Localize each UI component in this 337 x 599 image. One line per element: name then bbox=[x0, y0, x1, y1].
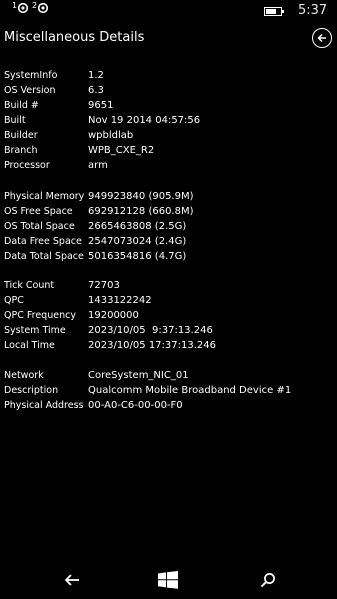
sim2-label: 2 bbox=[32, 1, 38, 10]
info-value: WPB_CXE_R2 bbox=[88, 145, 155, 156]
info-row: OS Free Space 692912128 (660.8M) bbox=[4, 204, 194, 219]
info-label: Physical Address bbox=[4, 400, 84, 411]
info-label: Processor bbox=[4, 160, 50, 171]
sim1-label: 1 bbox=[12, 1, 18, 10]
signal-icon bbox=[18, 2, 29, 14]
info-row: Local Time 2023/10/05 17:37:13.246 bbox=[4, 338, 216, 353]
info-value: 00-A0-C6-00-00-F0 bbox=[88, 400, 183, 411]
info-row: Tick Count 72703 bbox=[4, 278, 216, 293]
sim2-signal: 2 bbox=[32, 1, 49, 14]
info-label: OS Total Space bbox=[4, 221, 75, 232]
status-time: 5:37 bbox=[298, 3, 328, 18]
info-label: SystemInfo bbox=[4, 70, 58, 81]
info-row: Physical Memory 949923840 (905.9M) bbox=[4, 189, 194, 204]
info-row: Branch WPB_CXE_R2 bbox=[4, 143, 200, 158]
windows-logo-icon bbox=[158, 571, 178, 589]
info-label: Physical Memory bbox=[4, 191, 85, 202]
info-value: 6.3 bbox=[88, 85, 104, 96]
info-row: QPC Frequency 19200000 bbox=[4, 308, 216, 323]
info-row: Builder wpbldlab bbox=[4, 128, 200, 143]
info-label: Build # bbox=[4, 100, 39, 111]
info-row: QPC 1433122242 bbox=[4, 293, 216, 308]
info-row: Description Qualcomm Mobile Broadband Dev… bbox=[4, 383, 291, 398]
info-row: Physical Address 00-A0-C6-00-00-F0 bbox=[4, 398, 291, 413]
info-label: Description bbox=[4, 385, 59, 396]
info-label: Local Time bbox=[4, 340, 55, 351]
info-value: wpbldlab bbox=[88, 130, 134, 141]
info-row: System Time 2023/10/05 9:37:13.246 bbox=[4, 323, 216, 338]
info-row: Data Total Space 5016354816 (4.7G) bbox=[4, 249, 194, 264]
nav-start-button[interactable] bbox=[158, 570, 178, 590]
sim1-signal: 1 bbox=[12, 1, 29, 14]
info-value: 692912128 (660.8M) bbox=[88, 206, 194, 217]
info-value: 19200000 bbox=[88, 310, 139, 321]
info-value: Qualcomm Mobile Broadband Device #1 bbox=[88, 385, 292, 396]
info-label: Data Free Space bbox=[4, 236, 82, 247]
info-label: Network bbox=[4, 370, 44, 381]
battery-tip bbox=[282, 10, 284, 13]
signal-icon bbox=[38, 2, 49, 14]
battery-level bbox=[266, 9, 276, 14]
network-info-group: Network CoreSystem_NIC_01 Description Qualc… bbox=[4, 368, 291, 413]
screen: 1 2 5:37 Miscellaneous Details SystemInf… bbox=[0, 0, 337, 599]
back-arrow-circle-icon bbox=[317, 33, 326, 43]
page-title: Miscellaneous Details bbox=[4, 30, 145, 45]
info-row: SystemInfo 1.2 bbox=[4, 68, 200, 83]
navigation-bar bbox=[0, 559, 337, 599]
info-row: Data Free Space 2547073024 (2.4G) bbox=[4, 234, 194, 249]
system-info-group: SystemInfo 1.2 OS Version 6.3 Build #9651 Bui… bbox=[4, 68, 200, 173]
info-label: Built bbox=[4, 115, 26, 126]
info-row: OS Version 6.3 bbox=[4, 83, 200, 98]
info-value: 2023/10/05 17:37:13.246 bbox=[88, 340, 216, 351]
status-bar: 1 2 5:37 bbox=[0, 0, 337, 22]
info-value: 9651 bbox=[88, 100, 114, 111]
nav-back-button[interactable] bbox=[62, 570, 82, 590]
info-value: 2665463808 (2.5G) bbox=[88, 221, 187, 232]
info-row: Network CoreSystem_NIC_01 bbox=[4, 368, 291, 383]
info-label: Builder bbox=[4, 130, 38, 141]
info-value: 72703 bbox=[88, 280, 120, 291]
info-label: OS Version bbox=[4, 85, 56, 96]
info-value: CoreSystem_NIC_01 bbox=[88, 370, 189, 381]
info-value: 2023/10/05 9:37:13.246 bbox=[88, 325, 213, 336]
back-button[interactable] bbox=[312, 28, 332, 48]
back-arrow-icon bbox=[64, 574, 79, 586]
info-row: OS Total Space 2665463808 (2.5G) bbox=[4, 219, 194, 234]
info-value: arm bbox=[88, 160, 108, 171]
search-icon bbox=[260, 573, 275, 588]
info-label: System Time bbox=[4, 325, 66, 336]
battery-icon bbox=[264, 7, 284, 16]
info-label: QPC bbox=[4, 295, 24, 306]
info-value: 2547073024 (2.4G) bbox=[88, 236, 187, 247]
info-value: 949923840 (905.9M) bbox=[88, 191, 194, 202]
timing-info-group: Tick Count 72703 QPC 1433122242 QPC Frequenc… bbox=[4, 278, 216, 353]
nav-search-button[interactable] bbox=[258, 570, 278, 590]
info-label: Branch bbox=[4, 145, 38, 156]
info-value: 1.2 bbox=[88, 70, 104, 81]
info-label: QPC Frequency bbox=[4, 310, 76, 321]
info-label: Data Total Space bbox=[4, 251, 84, 262]
storage-info-group: Physical Memory 949923840 (905.9M) OS Free… bbox=[4, 189, 194, 264]
info-row: Built Nov 19 2014 04:57:56 bbox=[4, 113, 200, 128]
info-label: Tick Count bbox=[4, 280, 55, 291]
info-row: Build # 9651 bbox=[4, 98, 200, 113]
info-value: 5016354816 (4.7G) bbox=[88, 251, 187, 262]
info-value: 1433122242 bbox=[88, 295, 152, 306]
info-row: Processor arm bbox=[4, 158, 200, 173]
info-label: OS Free Space bbox=[4, 206, 73, 217]
info-value: Nov 19 2014 04:57:56 bbox=[88, 115, 201, 126]
